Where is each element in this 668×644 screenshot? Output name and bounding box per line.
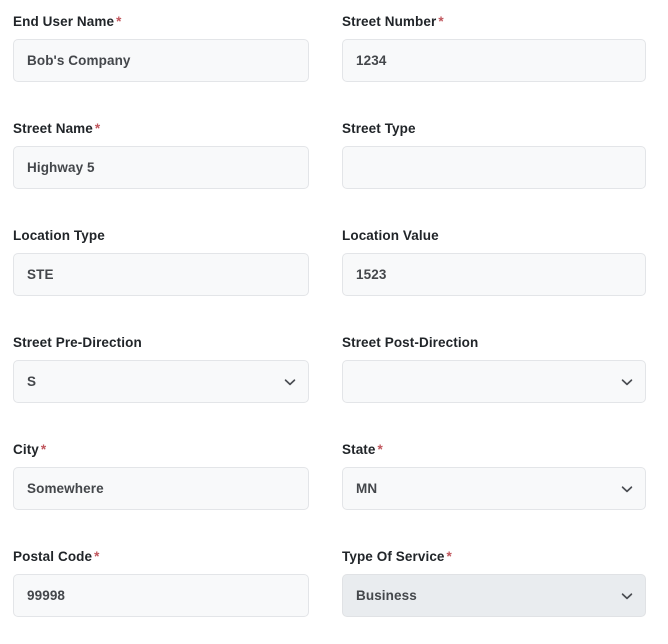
label-text-location-type: Location Type [13,228,105,243]
value-city: Somewhere [27,480,104,496]
chevron-down-icon [621,590,633,602]
label-street-post-direction: Street Post-Direction* [342,335,646,351]
required-marker-end-user-name: * [116,14,122,29]
value-street-pre-direction: S [27,373,37,389]
select-street-pre-direction[interactable]: S [13,360,309,403]
label-city: City * [13,442,309,458]
label-text-street-name: Street Name [13,121,93,136]
label-type-of-service: Type Of Service * [342,549,646,565]
form-field-end-user-name: End User Name * Bob's Company [0,0,331,107]
label-location-type: Location Type* [13,228,309,244]
chevron-down-icon [621,483,633,495]
form-field-street-number: Street Number * 1234 [331,0,668,107]
required-marker-street-name: * [94,121,101,136]
label-street-name: Street Name * [13,121,309,137]
chevron-down-icon [284,376,296,388]
input-location-type[interactable]: STE [13,253,309,296]
form-field-street-name: Street Name * Highway 5 [0,107,331,214]
label-street-number: Street Number * [342,14,646,30]
select-street-post-direction[interactable] [342,360,646,403]
label-street-type: Street Type* [342,121,646,137]
form-field-street-pre-direction: Street Pre-Direction* S [0,321,331,428]
select-type-of-service: Business [342,574,646,617]
value-street-name: Highway 5 [27,159,95,175]
required-marker-type-of-service: * [446,549,452,564]
form-field-location-value: Location Value* 1523 [331,214,668,321]
form-field-postal-code: Postal Code * 99998 [0,535,331,642]
input-city[interactable]: Somewhere [13,467,309,510]
input-end-user-name[interactable]: Bob's Company [13,39,309,82]
value-postal-code: 99998 [27,587,66,603]
input-street-name[interactable]: Highway 5 [13,146,309,189]
label-text-street-type: Street Type [342,121,416,136]
label-text-street-post-direction: Street Post-Direction [342,335,479,350]
value-location-value: 1523 [356,266,387,282]
label-end-user-name: End User Name * [13,14,309,30]
address-form: End User Name * Bob's Company Street Number… [0,0,668,642]
label-text-city: City [13,442,39,457]
label-state: State * [342,442,646,458]
label-text-street-pre-direction: Street Pre-Direction [13,335,142,350]
form-field-street-post-direction: Street Post-Direction* [331,321,668,428]
form-field-type-of-service: Type Of Service * Business [331,535,668,642]
input-postal-code[interactable]: 99998 [13,574,309,617]
value-location-type: STE [27,266,54,282]
label-text-end-user-name: End User Name [13,14,115,29]
value-type-of-service: Business [356,587,417,603]
required-marker-state: * [377,442,383,457]
select-state[interactable]: MN [342,467,646,510]
label-text-type-of-service: Type Of Service [342,549,445,564]
label-street-pre-direction: Street Pre-Direction* [13,335,309,351]
label-text-postal-code: Postal Code [13,549,93,564]
value-end-user-name: Bob's Company [27,52,131,68]
label-postal-code: Postal Code * [13,549,309,565]
input-street-type[interactable] [342,146,646,189]
required-marker-city: * [40,442,47,457]
chevron-down-icon [621,376,633,388]
label-text-state: State [342,442,376,457]
input-location-value[interactable]: 1523 [342,253,646,296]
required-marker-street-number: * [438,14,444,29]
label-text-location-value: Location Value [342,228,439,243]
value-street-number: 1234 [356,52,387,68]
form-field-city: City * Somewhere [0,428,331,535]
form-field-state: State * MN [331,428,668,535]
form-field-location-type: Location Type* STE [0,214,331,321]
form-field-street-type: Street Type* [331,107,668,214]
required-marker-postal-code: * [94,549,100,564]
label-text-street-number: Street Number [342,14,437,29]
label-location-value: Location Value* [342,228,646,244]
input-street-number[interactable]: 1234 [342,39,646,82]
value-state: MN [356,480,378,496]
